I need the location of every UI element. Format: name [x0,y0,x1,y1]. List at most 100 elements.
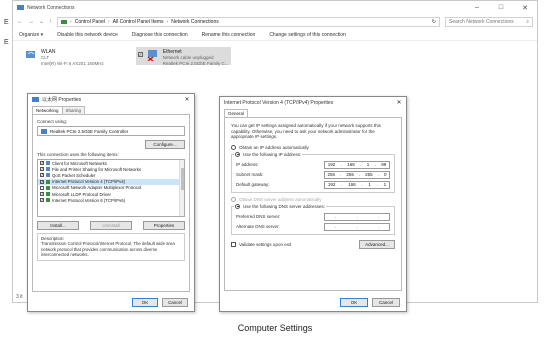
ip-octet: 255 [327,172,336,177]
item-checkbox[interactable]: ✓ [40,179,44,184]
ip-octet: 192 [327,162,336,167]
breadcrumb-all-items[interactable]: All Control Panel Items [113,19,164,25]
general-panel: You can get IP settings assigned automat… [224,117,402,291]
auto-ip-label: Obtain an IP address automatically [239,144,309,150]
close-icon[interactable]: ✕ [392,99,406,106]
adapter-list: WLAN CLT Intel(R) Wi-Fi 6 AX201 160MHz ✓… [13,41,537,71]
network-icon [32,96,39,102]
preferred-dns-label: Preferred DNS server: [236,214,281,219]
item-checkbox[interactable]: ✓ [40,167,44,172]
connect-using-label: Connect using: [37,119,68,124]
breadcrumb-control-panel[interactable]: Control Panel [75,19,105,25]
left-edge-letter: E [4,19,9,26]
ip-octet: 0 [383,172,387,177]
dns-group: Use the following DNS server addresses: … [231,203,395,235]
address-bar[interactable]: › Control Panel › All Control Panel Item… [57,16,440,27]
dialog-title-bar: 以太网 Properties ✕ [28,94,194,105]
minimize-button[interactable]: – [465,4,489,12]
advanced-button[interactable]: Advanced... [359,239,395,249]
service-icon [46,173,50,178]
adapter-wlan[interactable]: WLAN CLT Intel(R) Wi-Fi 6 AX201 160MHz [23,47,106,66]
ethernet-adapter-icon [147,50,157,61]
item-label: Microsoft LLDP Protocol Driver [52,191,111,197]
validate-checkbox[interactable] [231,241,236,247]
subnet-mask-label: Subnet mask: [236,172,264,177]
ip-octet: 168 [348,182,356,187]
items-list: ✓ Client for Microsoft Networks ✓ File and… [37,159,185,217]
auto-dns-option[interactable]: Obtain DNS server address automatically [231,196,395,202]
item-checkbox[interactable]: ✓ [40,161,44,166]
recent-dropdown-icon[interactable]: ⌄ [39,18,44,25]
protocol-icon [46,192,50,197]
protocol-icon [46,179,50,184]
preferred-dns-field[interactable]: ... [324,212,390,221]
ip-address-label: IP address: [236,162,259,167]
adapter-device: Intel(R) Wi-Fi 6 AX201 160MHz [41,61,104,66]
up-arrow-icon[interactable]: ↑ [49,19,52,25]
network-icon [17,5,24,10]
client-icon [46,161,50,166]
breadcrumb-network-connections[interactable]: Network Connections [171,19,219,25]
rename-command[interactable]: Rename this connection [202,32,256,38]
close-button[interactable]: ✕ [513,4,537,12]
close-icon[interactable]: ✕ [180,96,194,103]
adapter-device: Realtek PCIe 2.5GbE Family C... [162,61,229,66]
use-ip-radio[interactable] [235,151,240,157]
search-icon: ⌕ [526,18,529,25]
use-dns-option[interactable]: Use the following DNS server addresses: [234,203,327,209]
diagnose-command[interactable]: Diagnose this connection [132,32,188,38]
tab-networking[interactable]: Networking [32,106,63,114]
refresh-icon[interactable]: ↻ [432,19,436,25]
cancel-button[interactable]: Cancel [372,298,400,307]
item-checkbox[interactable] [40,185,44,190]
tab-sharing[interactable]: Sharing [61,106,86,114]
subnet-mask-field[interactable]: 255. 255. 255. 0 [324,170,390,179]
dialog-title-bar: Internet Protocol Version 4 (TCP/IPv4) P… [220,97,406,108]
change-settings-command[interactable]: Change settings of this connection [269,32,345,38]
command-bar: Organize ▾ Disable this network device D… [13,30,537,41]
item-checkbox[interactable]: ✓ [40,198,44,203]
list-scrollbar[interactable] [179,160,184,216]
description-group: Description Transmission Control Protoco… [37,233,185,261]
alternate-dns-field[interactable]: ... [324,222,390,231]
adapter-field-text: Realtek PCIe 2.5GbE Family Controller [50,128,129,134]
cancel-button[interactable]: Cancel [162,298,188,307]
ok-button[interactable]: OK [132,298,158,307]
ip-octet: 1 [383,182,387,187]
item-checkbox[interactable]: ✓ [40,192,44,197]
auto-dns-label: Obtain DNS server address automatically [239,196,322,202]
item-checkbox[interactable]: ✓ [40,173,44,178]
auto-dns-radio[interactable] [231,196,236,202]
ip-octet: 1 [368,182,371,187]
uninstall-button[interactable]: Uninstall [90,221,132,230]
use-dns-radio[interactable] [235,203,240,209]
auto-ip-option[interactable]: Obtain an IP address automatically [231,144,395,150]
left-edge-letter: E [4,39,9,46]
selection-checkbox[interactable]: ✓ [137,52,143,57]
properties-button[interactable]: Properties [143,221,185,230]
use-ip-option[interactable]: Use the following IP address: [234,151,303,157]
ip-octet: 255 [365,172,373,177]
protocol-icon [46,185,50,190]
ip-address-field[interactable]: 192. 168. 1. 99 [324,160,390,169]
configure-button[interactable]: Configure... [145,140,185,149]
search-input[interactable]: Search Network Connections ⌕ [445,16,533,27]
item-label: Internet Protocol Version 6 (TCP/IPv6) [52,197,126,203]
adapter-field: Realtek PCIe 2.5GbE Family Controller [37,126,185,136]
back-arrow-icon[interactable]: ← [17,19,23,25]
address-bar-row: ← → ⌄ ↑ › Control Panel › All Control Pa… [13,15,537,28]
validate-option[interactable]: Validate settings upon exit [231,241,291,247]
organize-menu[interactable]: Organize ▾ [19,32,43,38]
list-item[interactable]: ✓ Internet Protocol Version 6 (TCP/IPv6) [38,197,184,203]
disable-device-command[interactable]: Disable this network device [57,32,118,38]
scrollbar-thumb[interactable] [181,168,184,190]
maximize-button[interactable]: □ [489,4,513,12]
auto-ip-radio[interactable] [231,144,236,150]
default-gateway-field[interactable]: 192. 168. 1. 1 [324,180,390,189]
forward-arrow-icon[interactable]: → [28,19,34,25]
tab-general[interactable]: General [224,109,249,117]
install-button[interactable]: Install... [37,221,79,230]
ok-button[interactable]: OK [340,298,368,307]
adapter-ethernet[interactable]: ✓ Ethernet Network cable unplugged Realt… [135,47,231,66]
item-label: Client for Microsoft Networks [52,160,107,166]
